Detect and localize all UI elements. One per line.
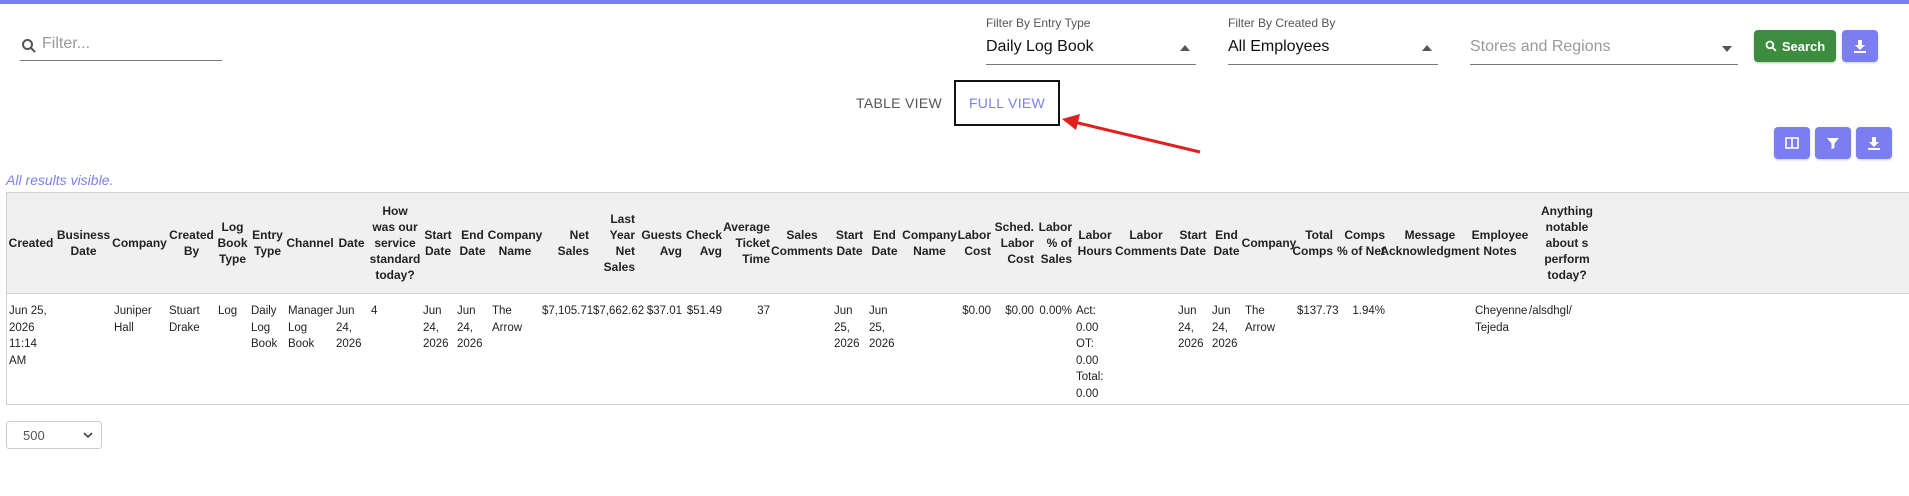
- table-cell: Jun 25, 2026 11:14 AM: [9, 305, 47, 367]
- table-cell: $7,105.71: [542, 305, 594, 317]
- download-icon: [1854, 40, 1866, 53]
- column-header[interactable]: Channel: [286, 193, 334, 293]
- column-header[interactable]: Labor % of Sales: [1036, 193, 1074, 293]
- column-header[interactable]: End Date: [455, 193, 490, 293]
- column-header[interactable]: Sched. Labor Cost: [993, 193, 1036, 293]
- caret-up-icon: [1422, 45, 1432, 51]
- caret-up-icon: [1180, 45, 1190, 51]
- column-header[interactable]: Start Date: [832, 193, 867, 293]
- column-header[interactable]: Company Name: [488, 193, 543, 293]
- column-header[interactable]: Net Sales: [540, 193, 591, 293]
- column-header[interactable]: Labor Comments: [1115, 193, 1177, 293]
- column-header[interactable]: Company: [1242, 193, 1297, 293]
- column-header[interactable]: Company Name: [902, 193, 957, 293]
- entry-type-select[interactable]: Filter By Entry Type Daily Log Book: [986, 16, 1196, 65]
- columns-icon: [1785, 137, 1799, 149]
- column-header[interactable]: Anything notable about s perform today?: [1527, 193, 1607, 293]
- column-header[interactable]: Labor Hours: [1074, 193, 1116, 293]
- filter-button[interactable]: [1815, 127, 1851, 159]
- table-cell: Act: 0.00 OT: 0.00 Total: 0.00: [1076, 305, 1104, 400]
- download-button[interactable]: [1842, 30, 1878, 62]
- search-button[interactable]: Search: [1754, 30, 1836, 62]
- stores-regions-placeholder: Stores and Regions: [1470, 38, 1611, 55]
- column-header[interactable]: Entry Type: [249, 193, 286, 293]
- table-cell: /alsdhgl/: [1529, 305, 1572, 317]
- table-cell: $0.00: [1005, 305, 1034, 317]
- caret-down-icon: [1722, 46, 1732, 52]
- filter-input[interactable]: [42, 32, 218, 56]
- table-cell: Log: [218, 305, 238, 317]
- table-cell: Jun 24, 2026: [1212, 305, 1238, 350]
- results-table: Created Business Date Company Created By Log…: [6, 192, 1909, 405]
- download-icon: [1868, 137, 1880, 150]
- column-header[interactable]: Message Acknowledgment: [1380, 193, 1479, 293]
- column-header[interactable]: Start Date: [1176, 193, 1210, 293]
- table-cell: Jun 24, 2026: [336, 305, 362, 350]
- column-header[interactable]: Total Comps: [1292, 193, 1335, 293]
- table-header: Created Business Date Company Created By Log…: [7, 193, 1909, 294]
- column-header[interactable]: Company: [112, 193, 167, 293]
- tab-full-view[interactable]: FULL VIEW: [954, 80, 1060, 126]
- table-cell: Jun 24, 2026: [1178, 305, 1204, 350]
- table-cell: Jun 25, 2026: [834, 305, 860, 350]
- table-cell: The Arrow: [1245, 305, 1276, 334]
- columns-button[interactable]: [1774, 127, 1810, 159]
- filter-field[interactable]: [20, 30, 222, 61]
- created-by-label: Filter By Created By: [1228, 16, 1336, 30]
- column-header[interactable]: How was our service standard today?: [369, 193, 421, 293]
- table-cell: Jun 25, 2026: [869, 305, 895, 350]
- table-cell: Juniper Hall: [114, 305, 152, 334]
- page-size-value: 500: [23, 428, 45, 443]
- column-header[interactable]: Created: [7, 193, 55, 293]
- column-header[interactable]: End Date: [1210, 193, 1243, 293]
- tab-table-view[interactable]: TABLE VIEW: [846, 80, 952, 126]
- export-button[interactable]: [1856, 127, 1892, 159]
- stores-regions-select[interactable]: Stores and Regions: [1470, 16, 1738, 65]
- column-header[interactable]: Log Book Type: [216, 193, 249, 293]
- column-header[interactable]: Check Avg: [684, 193, 724, 293]
- table-cell: $7,662.62: [593, 305, 645, 317]
- column-header[interactable]: Guests Avg: [637, 193, 684, 293]
- table-cell: $51.49: [686, 305, 722, 317]
- column-header[interactable]: Comps % of Net: [1335, 193, 1387, 293]
- entry-type-value: Daily Log Book: [986, 38, 1094, 55]
- column-header[interactable]: Average Ticket Time: [723, 193, 772, 293]
- created-by-value: All Employees: [1228, 38, 1330, 55]
- column-header[interactable]: Created By: [167, 193, 216, 293]
- created-by-select[interactable]: Filter By Created By All Employees: [1228, 16, 1438, 65]
- table-cell: Cheyenne Tejeda: [1475, 305, 1528, 334]
- table-cell: 37: [757, 305, 770, 317]
- column-header[interactable]: End Date: [867, 193, 902, 293]
- table-cell: $37.01: [646, 305, 682, 317]
- column-header[interactable]: Start Date: [421, 193, 455, 293]
- top-accent-bar: [0, 0, 1909, 4]
- column-header[interactable]: Business Date: [55, 193, 112, 293]
- table-cell: Stuart Drake: [169, 305, 200, 334]
- page-size-select[interactable]: 500: [6, 421, 102, 449]
- table-cell: Manager Log Book: [288, 305, 334, 350]
- funnel-icon: [1827, 138, 1839, 149]
- column-header[interactable]: Sales Comments: [771, 193, 833, 293]
- results-status: All results visible.: [6, 172, 114, 188]
- column-header[interactable]: Date: [334, 193, 369, 293]
- annotation-arrow: [1062, 114, 1201, 154]
- table-cell: 1.94%: [1352, 305, 1385, 317]
- table-cell: The Arrow: [492, 305, 523, 334]
- search-button-label: Search: [1781, 38, 1826, 54]
- column-header[interactable]: Last Year Net Sales: [591, 193, 637, 293]
- table-row: Jun 25, 2026 11:14 AM Juniper Hall Stuart …: [7, 294, 1909, 404]
- table-cell: Daily Log Book: [251, 305, 278, 350]
- table-cell: $137.73: [1297, 305, 1339, 317]
- search-icon: [1765, 40, 1777, 52]
- table-cell: 4: [371, 305, 378, 317]
- table-cell: Jun 24, 2026: [423, 305, 449, 350]
- table-cell: 0.00%: [1039, 305, 1072, 317]
- column-header[interactable]: Employee Notes: [1472, 193, 1529, 293]
- search-icon: [22, 39, 36, 53]
- chevron-down-icon: [83, 432, 93, 439]
- entry-type-label: Filter By Entry Type: [986, 16, 1091, 30]
- table-cell: $0.00: [962, 305, 991, 317]
- column-header[interactable]: Labor Cost: [957, 193, 993, 293]
- table-cell: Jun 24, 2026: [457, 305, 483, 350]
